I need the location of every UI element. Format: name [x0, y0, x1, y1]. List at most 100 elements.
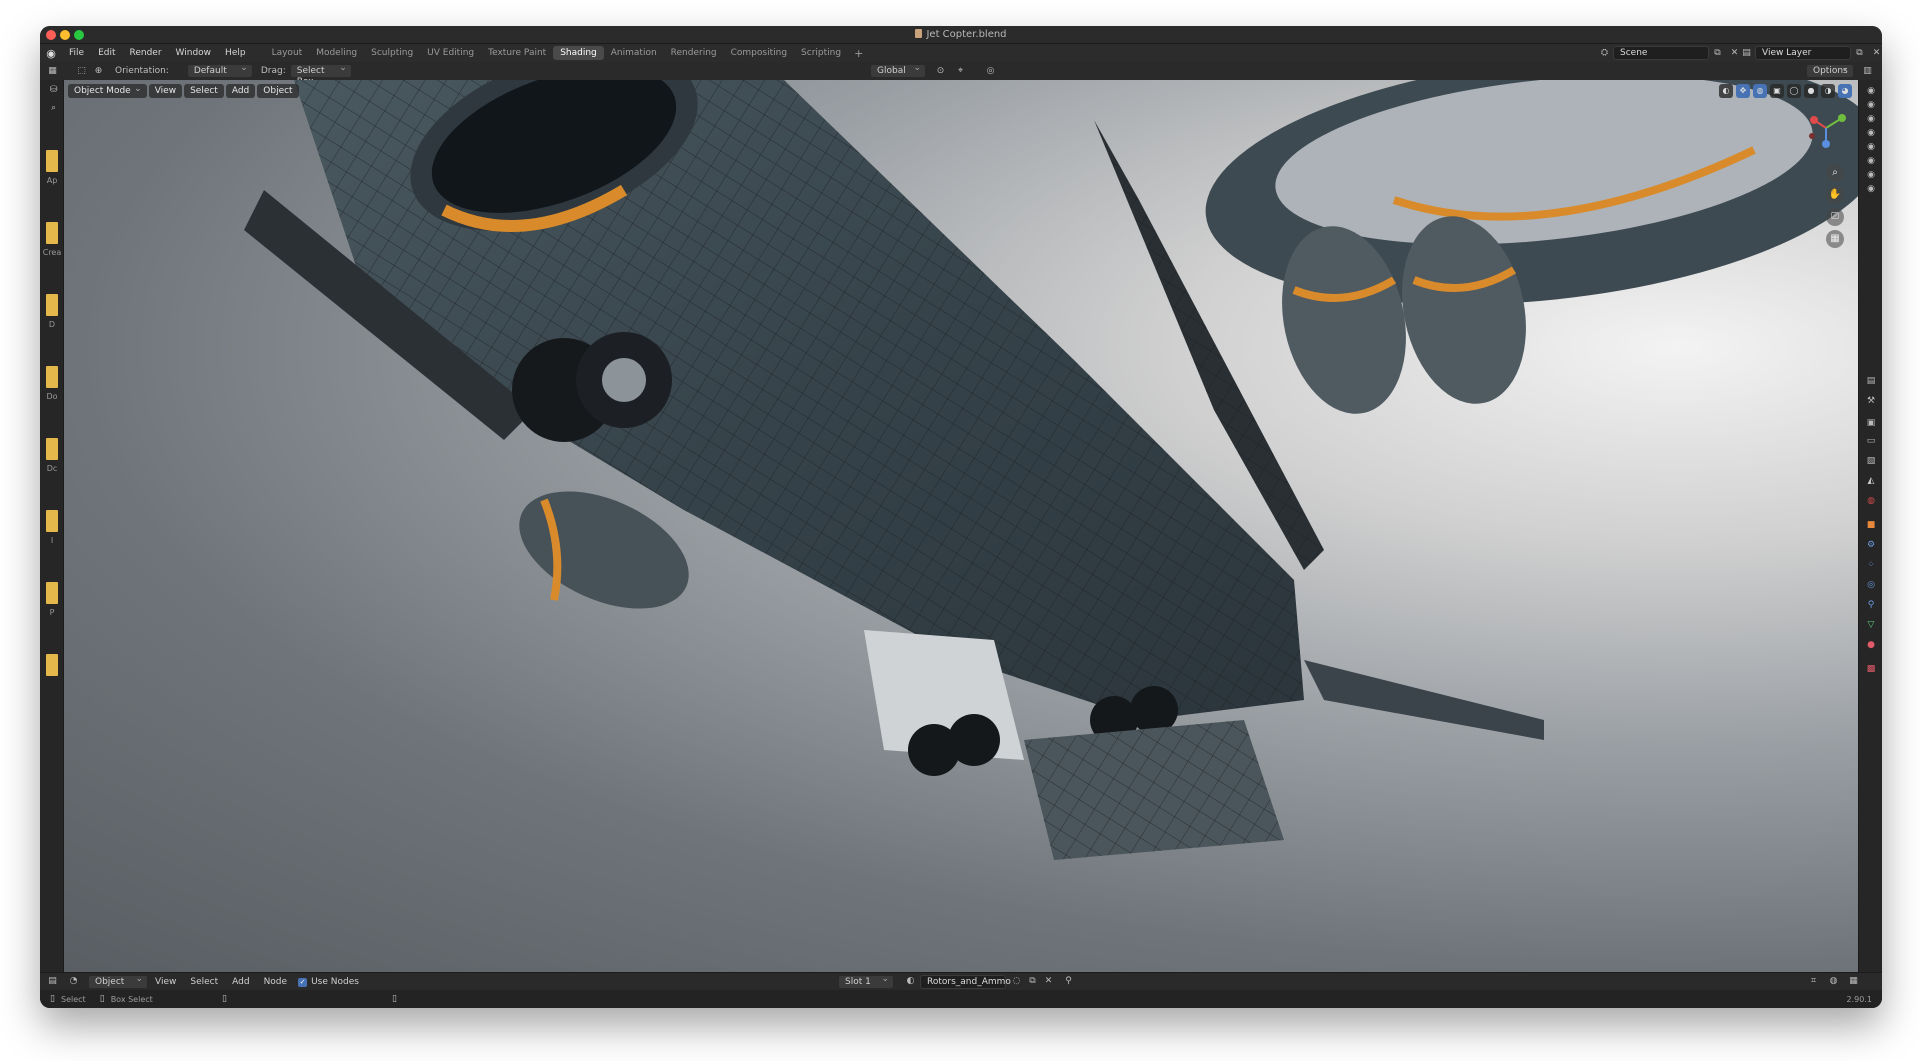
scene-properties-icon[interactable]: ◭: [1866, 476, 1876, 486]
tab-scripting[interactable]: Scripting: [794, 46, 848, 60]
wireframe-shading-icon[interactable]: ◯: [1787, 84, 1801, 98]
asset-thumb[interactable]: [46, 294, 58, 316]
slot-dropdown[interactable]: Slot 1: [838, 974, 894, 989]
new-view-layer-icon[interactable]: ⧉: [1853, 47, 1866, 60]
eye-icon[interactable]: ◉: [1866, 100, 1876, 110]
viewport-menu-select[interactable]: Select: [184, 84, 224, 98]
3d-viewport[interactable]: Object Mode View Select Add Object ◐ ✥ ◍…: [64, 80, 1858, 972]
material-browse-icon[interactable]: ◐: [904, 975, 917, 988]
new-scene-icon[interactable]: ⧉: [1711, 47, 1724, 60]
node-menu-select[interactable]: Select: [183, 977, 225, 987]
menu-help[interactable]: Help: [218, 48, 253, 58]
sidebar-toggle-icon[interactable]: ▥: [1861, 65, 1874, 78]
scene-icon[interactable]: ⛭: [1598, 47, 1611, 60]
asset-thumb[interactable]: [46, 438, 58, 460]
camera-view-icon[interactable]: ⎚: [1826, 208, 1844, 226]
add-workspace-button[interactable]: +: [848, 47, 869, 60]
object-dropdown[interactable]: Object: [88, 974, 148, 989]
eye-icon[interactable]: ◉: [1866, 156, 1876, 166]
menu-window[interactable]: Window: [169, 48, 219, 58]
eye-icon[interactable]: ◉: [1866, 114, 1876, 124]
particles-properties-icon[interactable]: ⁘: [1866, 560, 1876, 570]
render-properties-icon[interactable]: ▣: [1866, 418, 1876, 428]
tab-layout[interactable]: Layout: [265, 46, 310, 60]
tab-modeling[interactable]: Modeling: [309, 46, 364, 60]
tool-icon[interactable]: ⚒: [1866, 396, 1876, 406]
scene-field[interactable]: Scene: [1613, 46, 1709, 60]
checkbox-icon[interactable]: ✓: [298, 977, 308, 987]
pivot-icon[interactable]: ⊕: [92, 65, 105, 78]
gizmo-toggle-icon[interactable]: ✥: [1736, 84, 1750, 98]
visibility-icon[interactable]: ◐: [1719, 84, 1733, 98]
delete-view-layer-icon[interactable]: ✕: [1870, 47, 1882, 60]
pan-hand-icon[interactable]: ✋: [1826, 186, 1844, 204]
object-mode-dropdown[interactable]: Object Mode: [68, 84, 147, 98]
navigation-gizmo[interactable]: [1804, 106, 1848, 150]
xray-icon[interactable]: ▣: [1770, 84, 1784, 98]
drag-dropdown[interactable]: Select Box: [289, 63, 352, 87]
fake-user-icon[interactable]: ◌: [1010, 975, 1023, 988]
zoom-icon[interactable]: ⌕: [1826, 164, 1844, 182]
asset-thumb[interactable]: [46, 150, 58, 172]
view-layer-icon[interactable]: ▤: [1740, 47, 1753, 60]
overlay-icon[interactable]: ◍: [1827, 975, 1840, 988]
world-properties-icon[interactable]: ◍: [1866, 496, 1876, 506]
asset-thumb[interactable]: [46, 366, 58, 388]
view-layer-field[interactable]: View Layer: [1755, 46, 1851, 60]
proportional-edit-icon[interactable]: ◎: [984, 65, 997, 78]
solid-shading-icon[interactable]: ●: [1804, 84, 1818, 98]
physics-properties-icon[interactable]: ◎: [1866, 580, 1876, 590]
texture-properties-icon[interactable]: ▩: [1866, 664, 1876, 674]
viewport-menu-view[interactable]: View: [148, 84, 183, 98]
object-properties-icon[interactable]: ■: [1866, 520, 1876, 530]
eye-icon[interactable]: ◉: [1866, 86, 1876, 96]
data-properties-icon[interactable]: ▽: [1866, 620, 1876, 630]
duplicate-material-icon[interactable]: ⧉: [1026, 975, 1039, 988]
viewport-menu-add[interactable]: Add: [225, 84, 256, 98]
eye-icon[interactable]: ◉: [1866, 142, 1876, 152]
rendered-shading-icon[interactable]: ◕: [1838, 84, 1852, 98]
material-name-field[interactable]: Rotors_and_Ammo: [920, 974, 1011, 989]
tab-rendering[interactable]: Rendering: [664, 46, 724, 60]
view-layer-properties-icon[interactable]: ▧: [1866, 456, 1876, 466]
material-shading-icon[interactable]: ◑: [1821, 84, 1835, 98]
editor-type-icon[interactable]: ▦: [46, 65, 59, 78]
pin-icon[interactable]: ⚲: [1062, 975, 1075, 988]
menu-edit[interactable]: Edit: [91, 48, 122, 58]
asset-thumb[interactable]: [46, 654, 58, 676]
options-dropdown[interactable]: Options: [1806, 63, 1854, 78]
constraints-properties-icon[interactable]: ⚲: [1866, 600, 1876, 610]
viewport-menu-object[interactable]: Object: [257, 84, 299, 98]
ortho-grid-icon[interactable]: ▦: [1826, 230, 1844, 248]
node-menu-add[interactable]: Add: [225, 977, 256, 987]
asset-thumb[interactable]: [46, 510, 58, 532]
material-properties-icon[interactable]: ●: [1866, 640, 1876, 650]
transform-orientation-dropdown[interactable]: Global: [870, 63, 926, 78]
outliner-icon[interactable]: ⛁: [47, 84, 60, 97]
asset-thumb[interactable]: [46, 582, 58, 604]
tab-sculpting[interactable]: Sculpting: [364, 46, 420, 60]
orientation-dropdown[interactable]: Default: [186, 63, 253, 78]
select-tool-icon[interactable]: ⬚: [75, 65, 88, 78]
shader-type-icon[interactable]: ◔: [67, 975, 80, 988]
tab-compositing[interactable]: Compositing: [724, 46, 794, 60]
node-menu-node[interactable]: Node: [257, 977, 295, 987]
eye-icon[interactable]: ◉: [1866, 170, 1876, 180]
output-properties-icon[interactable]: ▭: [1866, 436, 1876, 446]
eye-icon[interactable]: ◉: [1866, 184, 1876, 194]
editor-type-icon[interactable]: ▤: [46, 975, 59, 988]
overlay-toggle-icon[interactable]: ◍: [1753, 84, 1767, 98]
tab-texture-paint[interactable]: Texture Paint: [481, 46, 553, 60]
modifier-properties-icon[interactable]: ⚙: [1866, 540, 1876, 550]
menu-file[interactable]: File: [62, 48, 91, 58]
tab-shading[interactable]: Shading: [553, 46, 604, 60]
search-icon[interactable]: ⌕: [47, 102, 60, 115]
pivot-point-icon[interactable]: ⊙: [934, 65, 947, 78]
snapping-icon[interactable]: ⌗: [1807, 975, 1820, 988]
eye-icon[interactable]: ◉: [1866, 128, 1876, 138]
node-menu-view[interactable]: View: [148, 977, 183, 987]
blender-logo-icon[interactable]: ◉: [40, 47, 62, 60]
asset-thumb[interactable]: [46, 222, 58, 244]
unlink-material-icon[interactable]: ✕: [1042, 975, 1055, 988]
tool-properties-icon[interactable]: ▤: [1866, 376, 1876, 386]
